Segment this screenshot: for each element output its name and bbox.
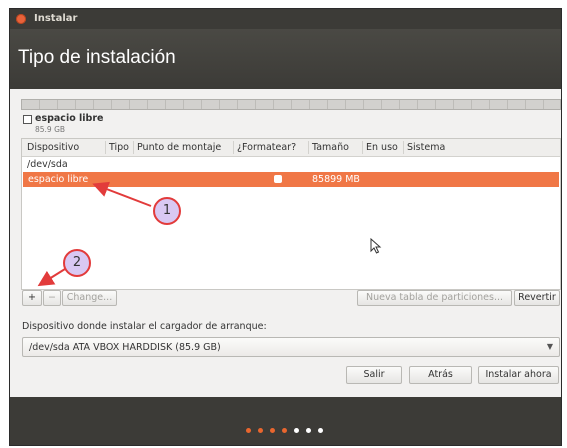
quit-button[interactable]: Salir [346, 366, 402, 384]
bootloader-device-value: /dev/sda ATA VBOX HARDDISK (85.9 GB) [29, 342, 221, 353]
revert-button[interactable]: Revertir [514, 290, 560, 306]
install-now-button[interactable]: Instalar ahora [478, 366, 559, 384]
annotation-marker-1: 1 [153, 197, 181, 225]
change-partition-button[interactable]: Change... [62, 290, 117, 306]
progress-dot [306, 428, 311, 433]
progress-dot [318, 428, 323, 433]
progress-footer [10, 397, 561, 445]
installer-window: Instalar Tipo de instalación espacio lib… [10, 9, 561, 445]
bootloader-label: Dispositivo donde instalar el cargador d… [22, 321, 267, 332]
progress-dot [246, 428, 251, 433]
annotation-marker-2: 2 [63, 249, 91, 277]
remove-partition-button[interactable]: − [43, 290, 61, 306]
new-partition-table-button[interactable]: Nueva tabla de particiones... [357, 290, 512, 306]
back-button[interactable]: Atrás [409, 366, 472, 384]
progress-dot [282, 428, 287, 433]
chevron-down-icon: ▼ [546, 342, 553, 351]
progress-dot [294, 428, 299, 433]
progress-dot [258, 428, 263, 433]
bootloader-device-select[interactable]: /dev/sda ATA VBOX HARDDISK (85.9 GB) ▼ [22, 337, 560, 357]
progress-dot [270, 428, 275, 433]
annotation-arrow-1 [92, 181, 152, 207]
add-partition-button[interactable]: + [22, 290, 42, 306]
annotation-arrow-2 [37, 268, 66, 287]
